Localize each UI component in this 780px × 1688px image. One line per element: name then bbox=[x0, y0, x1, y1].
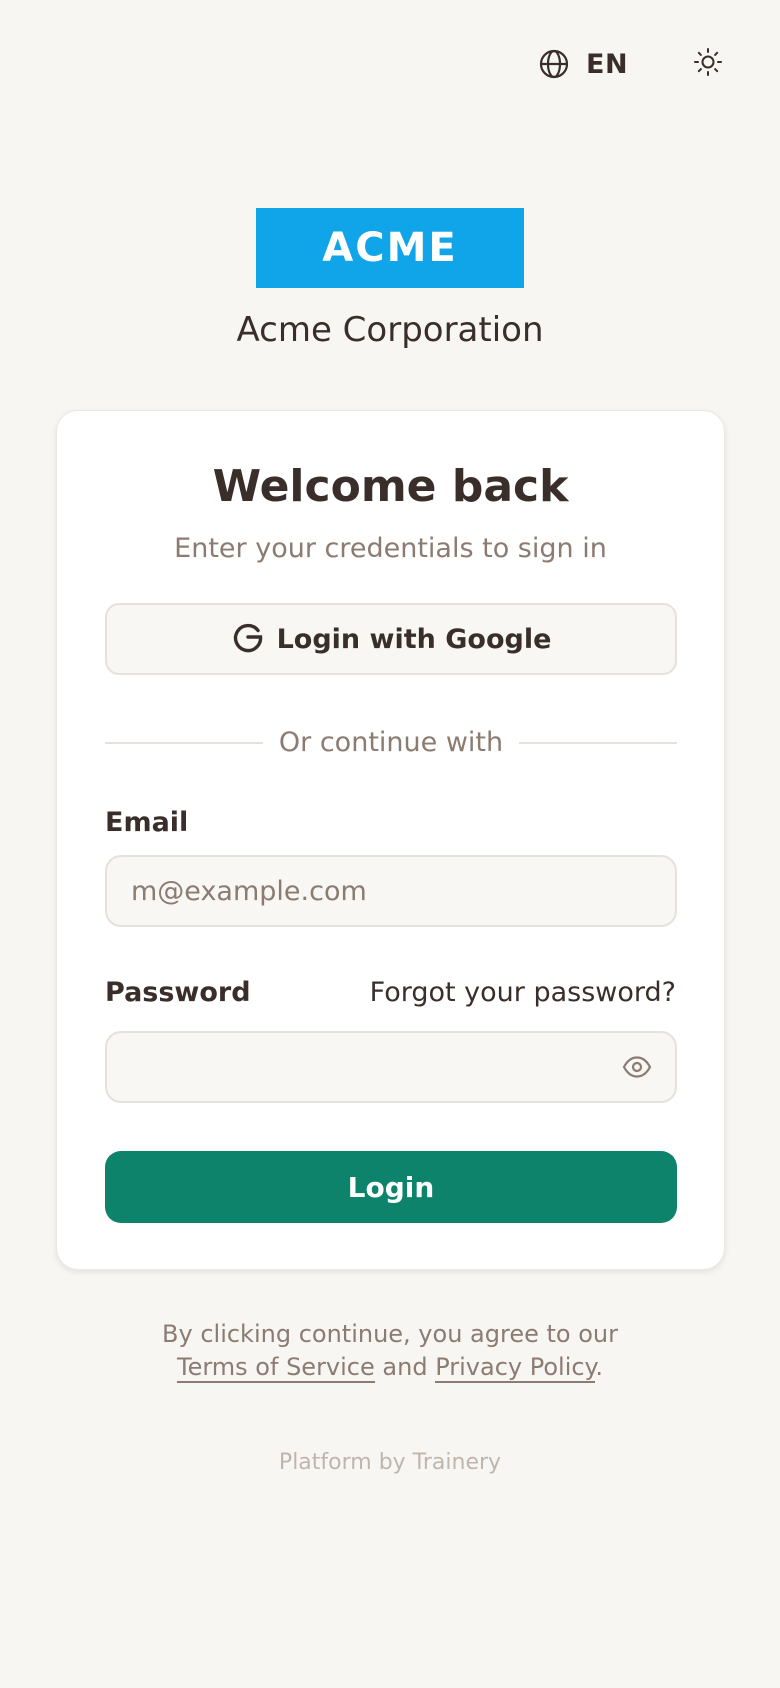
platform-footer: Platform by Trainery bbox=[278, 1450, 502, 1475]
email-label: Email bbox=[105, 807, 189, 838]
privacy-policy-link[interactable]: Privacy Policy bbox=[435, 1353, 596, 1383]
legal-links-line: Terms of Service and Privacy Policy. bbox=[0, 1351, 780, 1384]
legal-suffix: . bbox=[595, 1353, 603, 1381]
legal-and: and bbox=[382, 1353, 428, 1381]
sun-icon bbox=[693, 47, 723, 81]
legal-notice: By clicking continue, you agree to our T… bbox=[0, 1318, 780, 1384]
divider: Or continue with bbox=[105, 727, 678, 758]
login-card: Welcome back Enter your credentials to s… bbox=[56, 410, 725, 1270]
divider-text: Or continue with bbox=[278, 727, 504, 758]
language-switcher[interactable]: EN bbox=[538, 44, 628, 84]
globe-icon bbox=[538, 48, 570, 80]
forgot-password-link[interactable]: Forgot your password? bbox=[370, 977, 676, 1008]
page-title: Welcome back bbox=[212, 461, 569, 512]
company-logo: ACME bbox=[256, 208, 524, 288]
email-field[interactable] bbox=[105, 855, 677, 927]
terms-of-service-link[interactable]: Terms of Service bbox=[177, 1353, 375, 1383]
login-with-google-button[interactable]: Login with Google bbox=[105, 603, 677, 675]
show-password-button[interactable] bbox=[621, 1053, 653, 1085]
divider-line-right bbox=[519, 741, 678, 744]
eye-icon bbox=[622, 1055, 652, 1083]
organization-name: Acme Corporation bbox=[236, 310, 544, 350]
password-field[interactable] bbox=[107, 1033, 675, 1101]
google-button-label: Login with Google bbox=[276, 623, 552, 655]
google-g-icon bbox=[231, 620, 265, 658]
login-button[interactable]: Login bbox=[105, 1151, 677, 1223]
password-label: Password bbox=[105, 977, 251, 1008]
top-bar: EN bbox=[0, 42, 780, 86]
divider-line-left bbox=[105, 741, 263, 744]
legal-prefix: By clicking continue, you agree to our bbox=[162, 1320, 618, 1348]
page-subtitle: Enter your credentials to sign in bbox=[174, 533, 607, 564]
theme-toggle-button[interactable] bbox=[690, 46, 726, 82]
brand-section: ACME Acme Corporation bbox=[0, 208, 780, 350]
language-code: EN bbox=[586, 48, 629, 80]
password-field-wrapper bbox=[105, 1031, 677, 1103]
